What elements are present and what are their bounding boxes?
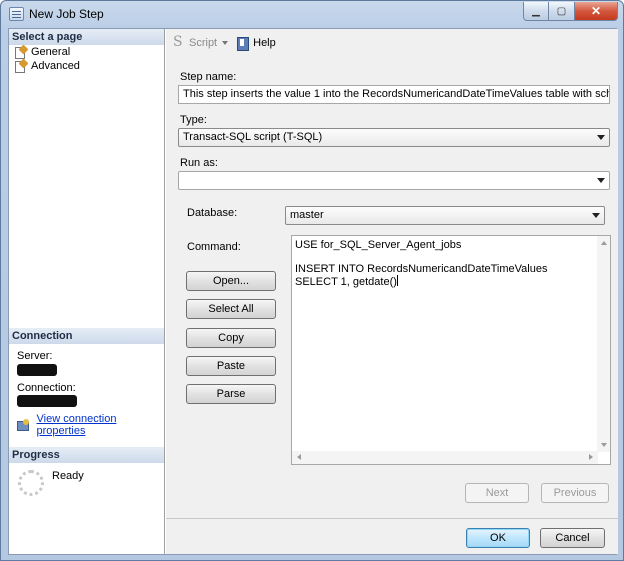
database-select[interactable]: master — [285, 206, 605, 225]
command-editor[interactable]: USE for_SQL_Server_Agent_jobs INSERT INT… — [291, 235, 611, 465]
page-item-label: General — [31, 46, 71, 58]
scroll-down-icon[interactable] — [601, 443, 607, 447]
progress-spinner-icon — [18, 470, 44, 496]
page-icon — [15, 60, 28, 73]
scroll-left-icon[interactable] — [297, 454, 301, 460]
scroll-right-icon[interactable] — [589, 454, 593, 460]
command-text[interactable]: USE for_SQL_Server_Agent_jobs INSERT INT… — [295, 239, 547, 288]
view-connection-properties[interactable]: View connection properties — [17, 413, 164, 437]
minimize-button[interactable]: ▁ — [523, 2, 549, 21]
left-pane: Select a page General Advanced Connectio… — [9, 29, 165, 554]
page-item-general[interactable]: General — [15, 45, 70, 59]
dialog-body: Select a page General Advanced Connectio… — [8, 28, 618, 555]
database-selected-value: master — [290, 209, 324, 221]
page-item-advanced[interactable]: Advanced — [15, 59, 80, 73]
view-connection-link[interactable]: View connection properties — [37, 413, 164, 437]
type-select[interactable]: Transact-SQL script (T-SQL) — [178, 128, 610, 147]
cancel-button[interactable]: Cancel — [540, 528, 605, 548]
script-label: Script — [189, 37, 218, 49]
next-button[interactable]: Next — [465, 483, 529, 503]
server-label: Server: — [17, 350, 53, 362]
script-button[interactable]: Script — [172, 34, 229, 50]
horizontal-scrollbar[interactable] — [292, 451, 598, 464]
select-all-button[interactable]: Select All — [186, 299, 276, 319]
maximize-button[interactable]: ▢ — [549, 2, 575, 21]
connection-value-redacted — [17, 395, 77, 407]
minimize-icon: ▁ — [532, 5, 540, 17]
connection-header: Connection — [9, 328, 164, 344]
progress-status: Ready — [52, 470, 84, 482]
chevron-down-icon[interactable] — [222, 41, 229, 45]
help-icon — [236, 36, 250, 51]
type-selected-value: Transact-SQL script (T-SQL) — [183, 131, 323, 143]
run-as-label: Run as: — [180, 157, 218, 169]
help-label: Help — [253, 37, 276, 49]
close-button[interactable]: ✕ — [575, 2, 618, 21]
script-icon — [172, 34, 186, 50]
parse-button[interactable]: Parse — [186, 384, 276, 404]
command-label: Command: — [187, 241, 241, 253]
new-job-step-window: New Job Step ▁ ▢ ✕ Select a page General… — [0, 0, 624, 561]
select-page-header: Select a page — [9, 29, 164, 45]
run-as-select[interactable] — [178, 171, 610, 190]
scroll-up-icon[interactable] — [601, 241, 607, 245]
connection-properties-icon — [17, 419, 31, 431]
maximize-icon: ▢ — [556, 5, 567, 17]
chevron-down-icon — [592, 213, 600, 218]
progress-header: Progress — [9, 447, 164, 463]
database-label: Database: — [187, 207, 238, 219]
job-step-icon — [9, 7, 24, 21]
connection-label: Connection: — [17, 382, 76, 394]
paste-button[interactable]: Paste — [186, 356, 276, 376]
vertical-scrollbar[interactable] — [597, 236, 610, 452]
help-button[interactable]: Help — [236, 36, 276, 51]
step-name-input[interactable]: This step inserts the value 1 into the R… — [178, 85, 610, 104]
footer-divider — [166, 518, 618, 519]
chevron-down-icon — [597, 178, 605, 183]
text-cursor — [396, 275, 398, 286]
open-button[interactable]: Open... — [186, 271, 276, 291]
copy-button[interactable]: Copy — [186, 328, 276, 348]
window-controls: ▁ ▢ ✕ — [523, 2, 618, 21]
right-pane: Script Help Step name: This step inserts… — [166, 29, 618, 554]
toolbar: Script Help — [166, 29, 618, 57]
type-label: Type: — [180, 114, 207, 126]
page-icon — [15, 46, 28, 59]
close-icon: ✕ — [590, 4, 602, 18]
window-title: New Job Step — [29, 7, 104, 21]
server-value-redacted — [17, 364, 57, 376]
ok-button[interactable]: OK — [466, 528, 530, 548]
previous-button[interactable]: Previous — [541, 483, 609, 503]
step-name-label: Step name: — [180, 71, 237, 83]
chevron-down-icon — [597, 135, 605, 140]
page-item-label: Advanced — [31, 60, 80, 72]
title-bar[interactable]: New Job Step ▁ ▢ ✕ — [1, 1, 623, 27]
